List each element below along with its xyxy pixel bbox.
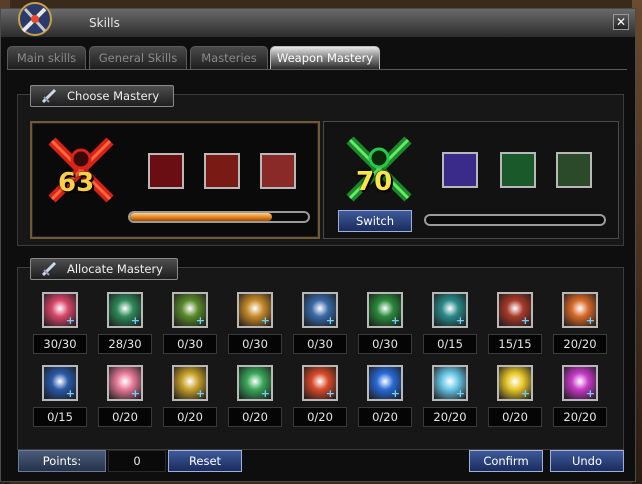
claw-slash-skill-icon[interactable] xyxy=(260,153,296,189)
close-icon: ✕ xyxy=(615,15,627,29)
skill-count: 0/30 xyxy=(228,334,282,354)
shadow-figure-icon[interactable]: + xyxy=(302,292,338,328)
plus-icon: + xyxy=(455,387,465,400)
skill-count: 0/20 xyxy=(293,407,347,427)
cyan-ring-icon[interactable]: + xyxy=(432,292,468,328)
mastery-progress-bar-2 xyxy=(424,214,606,226)
tab-masteries[interactable]: Masteries xyxy=(190,46,268,69)
tab-weapon-mastery[interactable]: Weapon Mastery xyxy=(270,46,380,69)
red-flame-icon[interactable]: + xyxy=(302,365,338,401)
skill-count: 0/20 xyxy=(163,407,217,427)
tab-divider xyxy=(7,69,627,70)
mastery-progress-bar-1 xyxy=(128,211,310,223)
skill-count: 0/20 xyxy=(358,407,412,427)
plus-icon: + xyxy=(195,314,205,327)
skill-count: 20/20 xyxy=(423,407,477,427)
skill-count: 28/30 xyxy=(98,334,152,354)
plus-icon: + xyxy=(325,314,335,327)
dagger-icon xyxy=(41,88,57,104)
undo-button[interactable]: Undo xyxy=(550,450,624,472)
plus-icon: + xyxy=(260,314,270,327)
mastery-level-2: 70 xyxy=(356,167,393,197)
skill-count: 15/15 xyxy=(488,334,542,354)
plus-icon: + xyxy=(585,387,595,400)
plus-icon: + xyxy=(130,314,140,327)
plus-icon: + xyxy=(260,387,270,400)
plus-icon: + xyxy=(390,314,400,327)
crossed-swords-icon xyxy=(18,2,52,36)
magenta-swirl-icon[interactable]: + xyxy=(562,365,598,401)
skill-count: 0/30 xyxy=(358,334,412,354)
gold-gauntlet-icon[interactable]: + xyxy=(172,365,208,401)
plus-icon: + xyxy=(520,314,530,327)
pink-heart-icon[interactable]: + xyxy=(107,365,143,401)
allocate-mastery-title: Allocate Mastery xyxy=(67,262,163,276)
plus-icon: + xyxy=(585,314,595,327)
plus-icon: + xyxy=(325,387,335,400)
skills-window: Skills ✕ Main skills General Skills Mast… xyxy=(0,2,636,482)
skill-count: 0/20 xyxy=(488,407,542,427)
title-bar[interactable]: Skills ✕ xyxy=(1,2,635,38)
skill-count: 0/20 xyxy=(228,407,282,427)
shadow-strike-skill-icon[interactable] xyxy=(442,152,478,188)
allocate-mastery-panel: Allocate Mastery +30/30 +28/30 +0/30 +0/30 +… xyxy=(17,258,624,450)
skill-count: 20/20 xyxy=(553,334,607,354)
pink-strike-icon[interactable]: + xyxy=(42,292,78,328)
mastery-progress-fill-1 xyxy=(130,213,273,221)
blue-lightning-icon[interactable]: + xyxy=(367,365,403,401)
plus-icon: + xyxy=(455,314,465,327)
plus-icon: + xyxy=(65,314,75,327)
ice-snowflake-icon[interactable]: + xyxy=(432,365,468,401)
tab-main-skills[interactable]: Main skills xyxy=(7,46,86,69)
window-title: Skills xyxy=(89,16,120,30)
dagger-skill-icon[interactable] xyxy=(556,152,592,188)
orange-burst-icon[interactable]: + xyxy=(562,292,598,328)
choose-mastery-title: Choose Mastery xyxy=(67,89,160,103)
green-blade-skill-icon[interactable] xyxy=(500,152,536,188)
green-fist-icon[interactable]: + xyxy=(172,292,208,328)
plus-icon: + xyxy=(65,387,75,400)
skill-count: 0/15 xyxy=(423,334,477,354)
mastery-level-1: 63 xyxy=(58,168,95,198)
plus-icon: + xyxy=(390,387,400,400)
fang-skill-icon[interactable] xyxy=(148,153,184,189)
skill-count: 0/30 xyxy=(163,334,217,354)
skill-count: 0/30 xyxy=(293,334,347,354)
tab-general-skills[interactable]: General Skills xyxy=(89,46,187,69)
blue-vortex-icon[interactable]: + xyxy=(42,365,78,401)
plus-icon: + xyxy=(195,387,205,400)
cross-blades-skill-icon[interactable] xyxy=(204,153,240,189)
plus-icon: + xyxy=(520,387,530,400)
skill-count: 30/30 xyxy=(33,334,87,354)
skill-count: 0/20 xyxy=(98,407,152,427)
skill-count: 20/20 xyxy=(553,407,607,427)
switch-button[interactable]: Switch xyxy=(338,210,412,232)
choose-mastery-panel: Choose Mastery 63 70 Switch xyxy=(17,85,624,246)
dagger-icon xyxy=(41,261,57,277)
green-dash-icon[interactable]: + xyxy=(367,292,403,328)
points-value: 0 xyxy=(108,450,166,472)
golden-fist-icon[interactable]: + xyxy=(237,292,273,328)
red-boot-icon[interactable]: + xyxy=(497,292,533,328)
confirm-button[interactable]: Confirm xyxy=(469,450,543,472)
mastery-option-2[interactable]: 70 Switch xyxy=(323,121,619,239)
green-figure-icon[interactable]: + xyxy=(107,292,143,328)
allocate-mastery-header: Allocate Mastery xyxy=(30,258,178,280)
close-button[interactable]: ✕ xyxy=(613,14,629,30)
points-label: Points: xyxy=(18,450,106,472)
mastery-option-1[interactable]: 63 xyxy=(30,121,320,239)
plus-icon: + xyxy=(130,387,140,400)
reset-button[interactable]: Reset xyxy=(168,450,242,472)
skill-count: 0/15 xyxy=(33,407,87,427)
yellow-star-icon[interactable]: + xyxy=(497,365,533,401)
choose-mastery-header: Choose Mastery xyxy=(30,85,175,107)
green-tornado-icon[interactable]: + xyxy=(237,365,273,401)
